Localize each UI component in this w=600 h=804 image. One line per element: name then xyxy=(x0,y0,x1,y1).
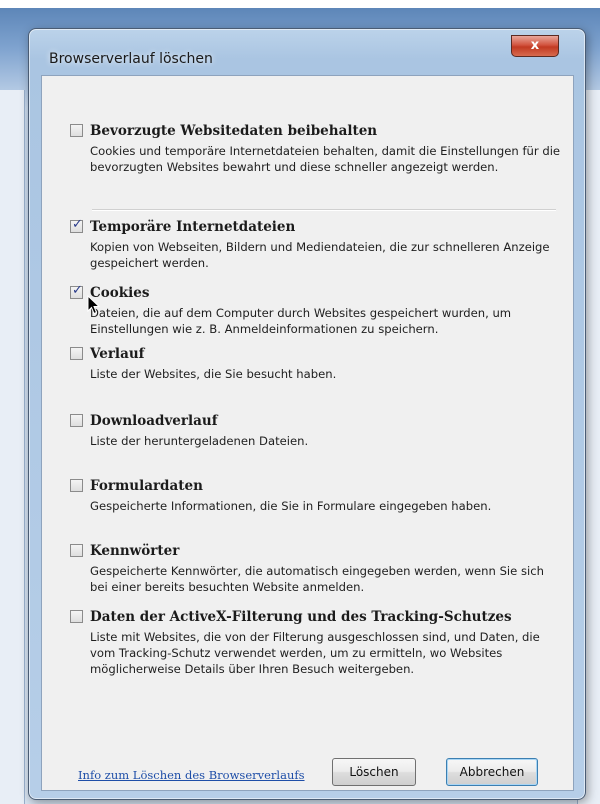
checkbox-cookies[interactable]: ✓ xyxy=(70,283,83,299)
background-window-left-edge xyxy=(0,90,25,804)
cancel-button[interactable]: Abbrechen xyxy=(446,758,538,786)
delete-button[interactable]: Löschen xyxy=(332,758,416,786)
option-description: Liste der heruntergeladenen Dateien. xyxy=(90,434,309,448)
checkbox-history[interactable] xyxy=(70,347,83,360)
option-description: Dateien, die auf dem Computer durch Webs… xyxy=(90,306,512,336)
option-description: Gespeicherte Kennwörter, die automatisch… xyxy=(90,564,544,594)
mouse-pointer-icon xyxy=(87,295,101,315)
checkbox-temp-internet-files[interactable]: ✓ xyxy=(70,217,83,233)
checkbox-activex-tracking[interactable] xyxy=(70,610,83,623)
check-icon: ✓ xyxy=(72,217,83,232)
info-delete-history-link[interactable]: Info zum Löschen des Browserverlaufs xyxy=(78,768,305,782)
option-title: Downloadverlauf xyxy=(90,413,218,429)
option-title: Formulardaten xyxy=(90,478,203,494)
checkbox-keep-favorites[interactable] xyxy=(70,124,83,137)
option-description: Liste mit Websites, die von der Filterun… xyxy=(90,630,540,676)
option-title: Verlauf xyxy=(90,346,145,362)
checkbox-passwords[interactable] xyxy=(70,544,83,557)
delete-history-dialog: Browserverlauf löschen x Bevorzugte Webs… xyxy=(28,28,586,800)
dialog-content: Bevorzugte Websitedaten beibehalten Cook… xyxy=(41,75,574,791)
checkbox-form-data[interactable] xyxy=(70,479,83,492)
option-title: Daten der ActiveX-Filterung und des Trac… xyxy=(90,609,512,625)
option-title: Kennwörter xyxy=(90,543,180,559)
check-icon: ✓ xyxy=(72,283,83,298)
option-description: Gespeicherte Informationen, die Sie in F… xyxy=(90,499,492,513)
option-description: Liste der Websites, die Sie besucht habe… xyxy=(90,367,337,381)
option-description: Kopien von Webseiten, Bildern und Medien… xyxy=(90,240,550,270)
option-description: Cookies und temporäre Internetdateien be… xyxy=(90,144,561,174)
checkbox-download-history[interactable] xyxy=(70,414,83,427)
option-title: Bevorzugte Websitedaten beibehalten xyxy=(90,123,378,139)
option-title: Temporäre Internetdateien xyxy=(90,219,296,235)
close-button[interactable]: x xyxy=(511,35,559,57)
separator xyxy=(92,209,556,211)
dialog-title: Browserverlauf löschen xyxy=(49,51,213,67)
